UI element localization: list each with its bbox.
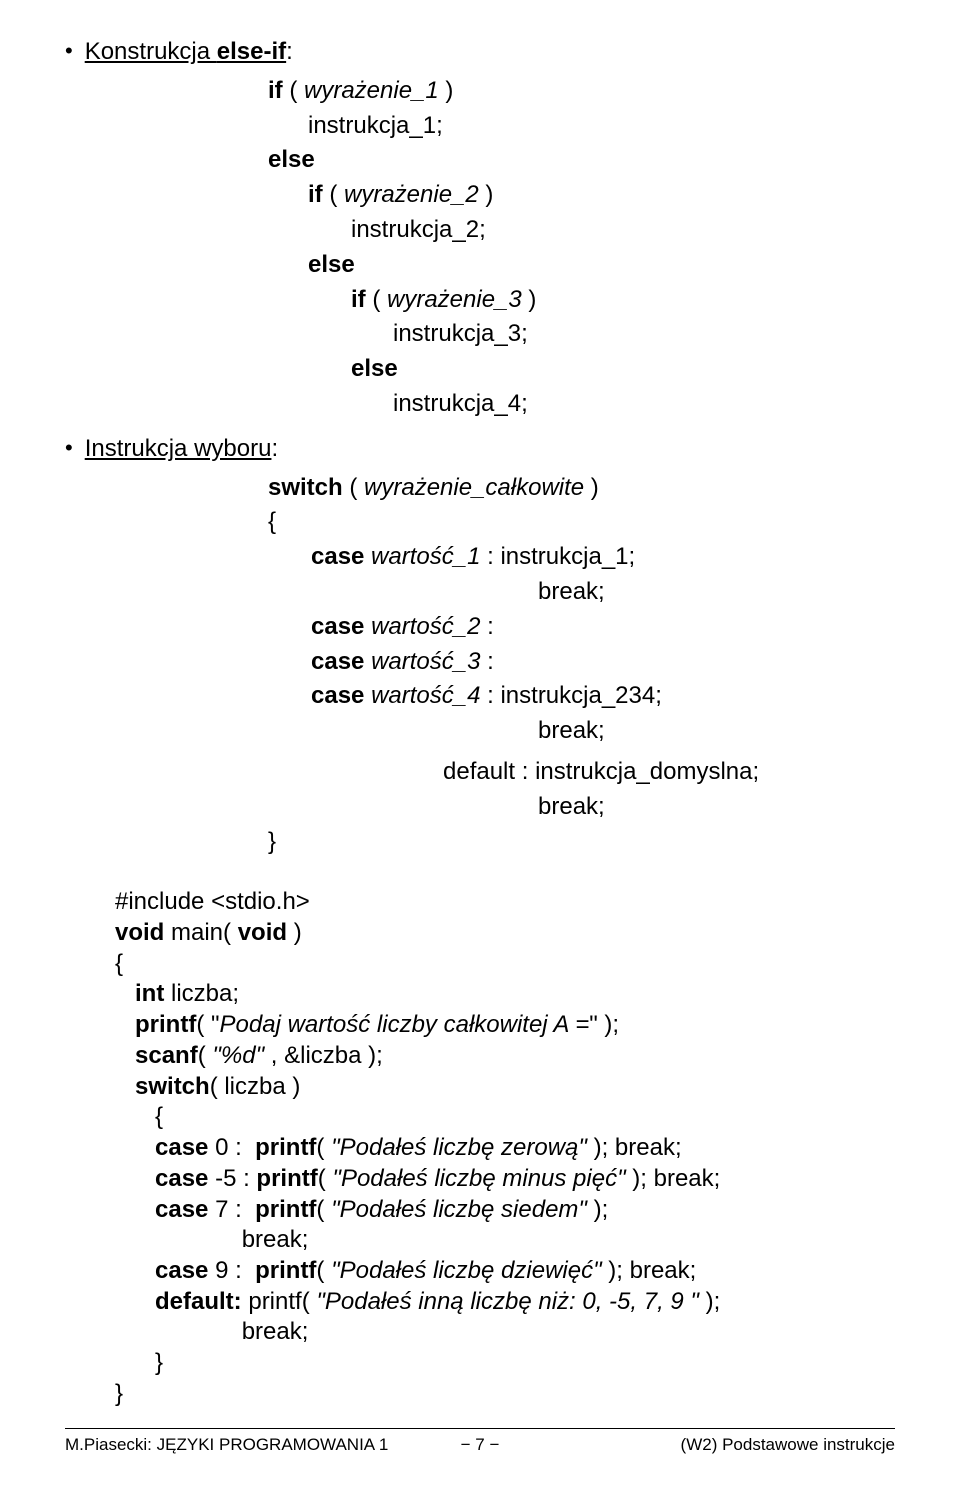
code-l14: } (115, 1348, 895, 1379)
sw-l8: break; (93, 714, 895, 749)
sw-l3: case wartość_1 : instrukcja_1; (93, 540, 895, 575)
footer-left: M.Piasecki: JĘZYKI PROGRAMOWANIA 1 (65, 1435, 388, 1455)
sw-l2: { (93, 505, 895, 540)
sw-l11: } (93, 825, 895, 860)
elseif-l4: if ( wyrażenie_2 ) (93, 178, 895, 213)
switch-code-block: switch ( wyrażenie_całkowite ) { case wa… (93, 471, 895, 860)
footer-divider (65, 1428, 895, 1429)
bullet1-colon: : (286, 38, 293, 65)
code-l13: default: printf( "Podałeś inną liczbę ni… (115, 1287, 895, 1318)
code-l9: case 0 : printf( "Podałeś liczbę zerową"… (115, 1133, 895, 1164)
bullet1-plain: Konstrukcja (85, 38, 217, 65)
bullet-icon: • (65, 432, 73, 464)
footer-text-row: M.Piasecki: JĘZYKI PROGRAMOWANIA 1 − 7 −… (65, 1435, 895, 1455)
elseif-l1: if ( wyrażenie_1 ) (93, 74, 895, 109)
code-l12: case 9 : printf( "Podałeś liczbę dziewię… (115, 1256, 895, 1287)
sw-l10: break; (93, 790, 895, 825)
code-l13e: break; (115, 1317, 895, 1348)
footer-center: − 7 − (461, 1435, 500, 1455)
code-l1: #include <stdio.h> (115, 887, 895, 918)
footer-right: (W2) Podstawowe instrukcje (681, 1435, 895, 1455)
elseif-l9: else (93, 352, 895, 387)
bullet-else-if: • Konstrukcja else-if: (65, 35, 895, 70)
sw-l5: case wartość_2 : (93, 610, 895, 645)
page-footer: M.Piasecki: JĘZYKI PROGRAMOWANIA 1 − 7 −… (65, 1428, 895, 1455)
code-l11g: break; (115, 1225, 895, 1256)
code-l10: case -5 : printf( "Podałeś liczbę minus … (115, 1164, 895, 1195)
bullet2-text: Instrukcja wyboru: (85, 432, 278, 467)
sw-l6: case wartość_3 : (93, 645, 895, 680)
sw-l1: switch ( wyrażenie_całkowite ) (93, 471, 895, 506)
code-l2: void main( void ) (115, 918, 895, 949)
bullet1-bold: else-if (217, 38, 286, 65)
elseif-l8: instrukcja_3; (93, 317, 895, 352)
sw-l4: break; (93, 575, 895, 610)
code-l3: { (115, 949, 895, 980)
code-l7: switch( liczba ) (115, 1072, 895, 1103)
code-l8: { (115, 1102, 895, 1133)
sw-l7: case wartość_4 : instrukcja_234; (93, 679, 895, 714)
elseif-l2: instrukcja_1; (93, 109, 895, 144)
elseif-code-block: if ( wyrażenie_1 ) instrukcja_1; else if… (93, 74, 895, 422)
bullet1-text: Konstrukcja else-if: (85, 35, 293, 70)
elseif-l10: instrukcja_4; (93, 387, 895, 422)
elseif-l7: if ( wyrażenie_3 ) (93, 283, 895, 318)
elseif-l5: instrukcja_2; (93, 213, 895, 248)
program-code: #include <stdio.h> void main( void ) { i… (115, 887, 895, 1409)
bullet-icon: • (65, 35, 73, 67)
elseif-l3: else (93, 143, 895, 178)
code-l4: int liczba; (115, 979, 895, 1010)
code-l15: } (115, 1379, 895, 1410)
code-l11: case 7 : printf( "Podałeś liczbę siedem"… (115, 1195, 895, 1226)
code-l5: printf( "Podaj wartość liczby całkowitej… (115, 1010, 895, 1041)
bullet-switch: • Instrukcja wyboru: (65, 432, 895, 467)
code-l6: scanf( "%d" , &liczba ); (115, 1041, 895, 1072)
elseif-l6: else (93, 248, 895, 283)
sw-l9: default : instrukcja_domyslna; (93, 755, 895, 790)
